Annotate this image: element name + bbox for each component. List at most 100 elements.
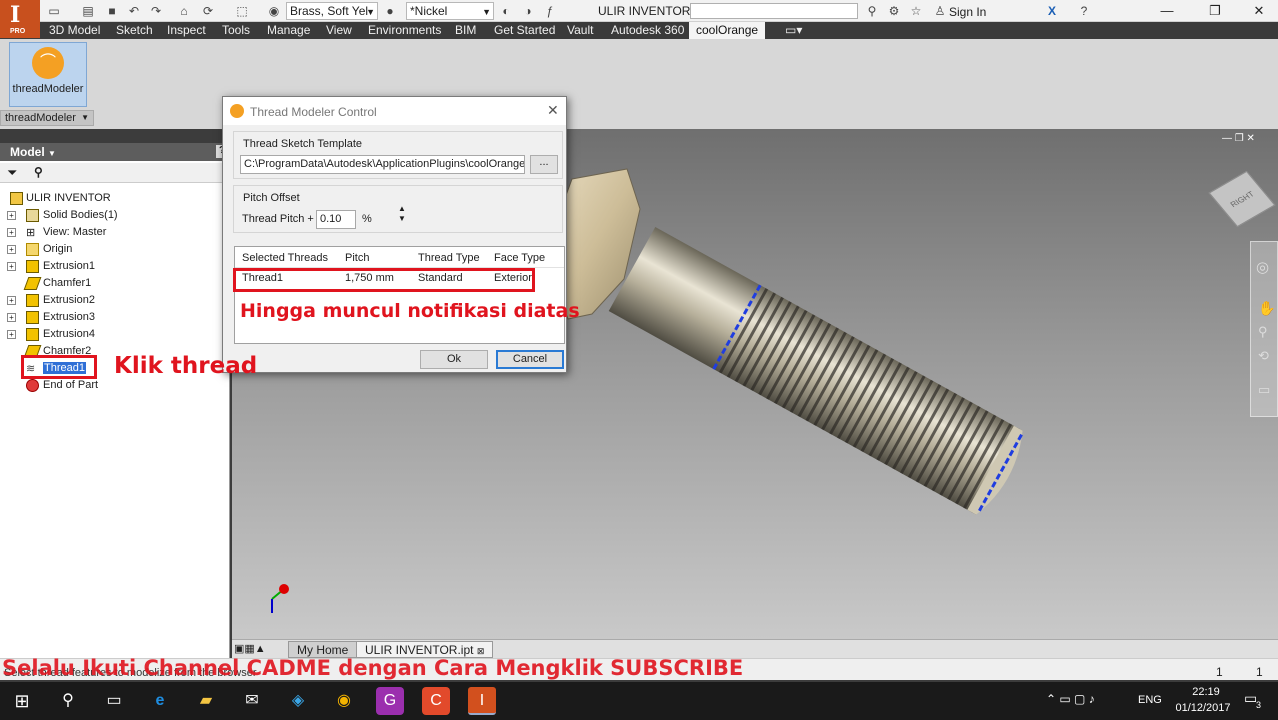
threadmodeler-button[interactable]: ⌒ threadModeler <box>9 42 87 107</box>
task-view-icon[interactable]: ▭ <box>100 687 128 715</box>
maximize-window-button[interactable]: ❐ <box>1200 2 1230 20</box>
camtasia-icon[interactable]: C <box>422 687 450 715</box>
appearance-dropdown[interactable]: *Nickel ▼ <box>406 2 494 20</box>
edge-browser-icon[interactable]: e <box>146 687 174 715</box>
select-icon[interactable]: ⬚ <box>234 3 250 19</box>
home-icon[interactable]: ⌂ <box>176 3 192 19</box>
parameters-icon[interactable]: ƒ <box>542 3 558 19</box>
tab-get-started[interactable]: Get Started <box>487 22 562 39</box>
expand-icon[interactable]: + <box>7 330 16 339</box>
expand-icon[interactable]: + <box>7 313 16 322</box>
tab-view[interactable]: View <box>319 22 359 39</box>
thread-pitch-input[interactable]: 0.10 <box>316 210 356 229</box>
tree-node-end-of-part[interactable]: End of Part <box>0 377 220 394</box>
viewport-minimize-icon[interactable]: — ❐ ✕ <box>1222 133 1255 144</box>
clear-appearance-icon[interactable]: ◑ <box>520 3 536 19</box>
tree-node-solid-bodies[interactable]: + Solid Bodies(1) <box>0 207 220 224</box>
file-explorer-icon[interactable]: ▰ <box>192 687 220 715</box>
tree-node-extrusion2[interactable]: + Extrusion2 <box>0 292 220 309</box>
thread-pitch-spinner[interactable]: ▲ ▼ <box>398 204 406 224</box>
tree-node-extrusion1[interactable]: + Extrusion1 <box>0 258 220 275</box>
look-at-icon[interactable]: ▭ <box>1258 382 1270 398</box>
clock-date[interactable]: 01/12/2017 <box>1172 702 1234 714</box>
tab-vault[interactable]: Vault <box>560 22 600 39</box>
close-icon[interactable]: ✕ <box>547 102 559 119</box>
search-icon[interactable]: ⚲ <box>54 687 82 715</box>
search-binoculars-icon[interactable]: ⚲ <box>864 3 880 19</box>
ribbon-display-options-icon[interactable]: ▭▾ <box>778 22 809 39</box>
tray-icons[interactable]: ⌃ ▭ ▢ ♪ <box>1046 692 1095 706</box>
help-icon[interactable]: ? <box>1076 3 1092 19</box>
ok-button[interactable]: Ok <box>420 350 488 369</box>
tile-windows-icon[interactable]: ▣▦▲ <box>234 642 266 655</box>
column-header[interactable]: Thread Type <box>418 252 480 264</box>
screen-recorder-icon[interactable]: G <box>376 687 404 715</box>
open-file-icon[interactable]: ▤ <box>80 3 96 19</box>
tab-environments[interactable]: Environments <box>361 22 448 39</box>
browse-button[interactable]: ... <box>530 155 558 174</box>
tree-node-origin[interactable]: + Origin <box>0 241 220 258</box>
tab-autodesk-360[interactable]: Autodesk 360 <box>604 22 691 39</box>
tab-manage[interactable]: Manage <box>260 22 317 39</box>
tab-inspect[interactable]: Inspect <box>160 22 213 39</box>
folder-icon <box>26 243 39 256</box>
windows-taskbar: ⊞ ⚲ ▭ e ▰ ✉ ◈ ◉ G C I ⌃ ▭ ▢ ♪ ENG 22:19 … <box>0 682 1278 720</box>
column-header[interactable]: Pitch <box>345 252 369 264</box>
column-header[interactable]: Face Type <box>494 252 545 264</box>
minimize-window-button[interactable]: — <box>1152 2 1182 20</box>
tree-node-part[interactable]: ULIR INVENTOR <box>0 190 220 207</box>
subscription-icon[interactable]: ⚙ <box>886 3 902 19</box>
save-icon[interactable]: ■ <box>104 3 120 19</box>
tree-node-label: View: Master <box>43 226 107 238</box>
redo-icon[interactable]: ↷ <box>148 3 164 19</box>
store-icon[interactable]: ◈ <box>284 687 312 715</box>
tab-3d-model[interactable]: 3D Model <box>42 22 107 39</box>
expand-icon[interactable]: + <box>7 245 16 254</box>
undo-icon[interactable]: ↶ <box>126 3 142 19</box>
clock-time[interactable]: 22:19 <box>1184 686 1228 698</box>
material-dropdown[interactable]: Brass, Soft Yel ▼ <box>286 2 378 20</box>
steering-wheel-icon[interactable]: ◎ <box>1256 258 1269 276</box>
tree-node-extrusion3[interactable]: + Extrusion3 <box>0 309 220 326</box>
star-icon[interactable]: ☆ <box>908 3 924 19</box>
inventor-app-button[interactable]: I PRO <box>0 0 40 38</box>
tab-bim[interactable]: BIM <box>448 22 483 39</box>
mail-icon[interactable]: ✉ <box>238 687 266 715</box>
cancel-button[interactable]: Cancel <box>496 350 564 369</box>
tree-node-chamfer1[interactable]: Chamfer1 <box>0 275 220 292</box>
find-binoculars-icon[interactable]: ⚲ <box>34 165 43 179</box>
model-browser-header[interactable]: Model ▼ ? <box>0 143 230 161</box>
zoom-icon[interactable]: ⚲ <box>1258 324 1268 340</box>
thread-pitch-label: Thread Pitch + <box>242 213 314 225</box>
adjust-icon[interactable]: ◐ <box>498 3 514 19</box>
tree-node-view[interactable]: + ⊞ View: Master <box>0 224 220 241</box>
inventor-taskbar-icon[interactable]: I <box>468 687 496 715</box>
sign-in-link[interactable]: Sign In <box>949 5 986 19</box>
expand-icon[interactable]: + <box>7 262 16 271</box>
exchange-apps-icon[interactable]: X <box>1044 3 1060 19</box>
help-search-input[interactable] <box>690 3 858 19</box>
column-header[interactable]: Selected Threads <box>242 252 328 264</box>
tab-tools[interactable]: Tools <box>215 22 257 39</box>
orbit-icon[interactable]: ⟲ <box>1258 348 1269 364</box>
windows-start-icon[interactable]: ⊞ <box>8 687 36 715</box>
tree-node-extrusion4[interactable]: + Extrusion4 <box>0 326 220 343</box>
tab-coolorange[interactable]: coolOrange <box>689 22 766 39</box>
close-window-button[interactable]: ✕ <box>1244 2 1274 20</box>
update-icon[interactable]: ⟳ <box>200 3 216 19</box>
ribbon-panel-title[interactable]: threadModeler ▼ <box>0 110 94 126</box>
sketch-template-path-input[interactable]: C:\ProgramData\Autodesk\ApplicationPlugi… <box>240 155 525 174</box>
close-icon[interactable]: ⊠ <box>477 646 485 656</box>
pan-hand-icon[interactable]: ✋ <box>1258 300 1275 317</box>
language-indicator[interactable]: ENG <box>1138 694 1162 706</box>
expand-icon[interactable]: + <box>7 228 16 237</box>
notification-count: 3 <box>1256 700 1262 710</box>
expand-icon[interactable]: + <box>7 211 16 220</box>
new-file-icon[interactable]: ▭ <box>46 3 62 19</box>
chrome-icon[interactable]: ◉ <box>330 687 358 715</box>
filter-icon[interactable]: ⏷ <box>7 165 17 181</box>
tab-sketch[interactable]: Sketch <box>109 22 160 39</box>
expand-icon[interactable]: + <box>7 296 16 305</box>
dialog-title-bar[interactable]: Thread Modeler Control ✕ <box>223 97 566 125</box>
tree-node-label: Extrusion3 <box>43 311 95 323</box>
